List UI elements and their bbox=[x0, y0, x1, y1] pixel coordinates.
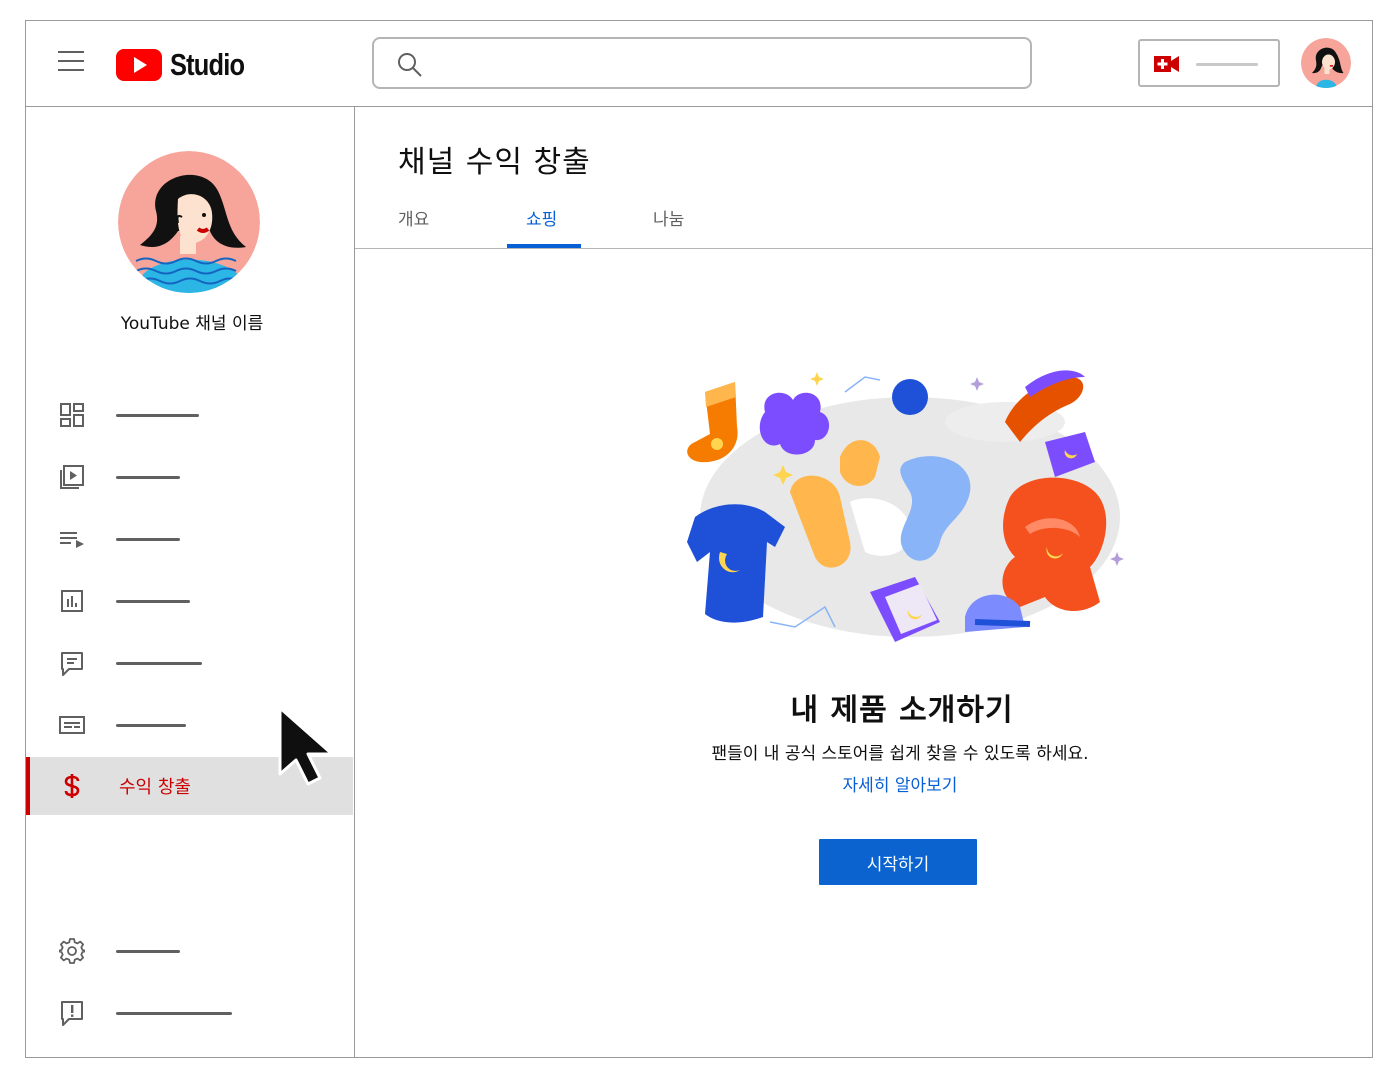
comments-icon bbox=[61, 652, 83, 676]
get-started-button[interactable]: 시작하기 bbox=[819, 839, 977, 885]
channel-avatar-image bbox=[118, 151, 260, 293]
page-title: 채널 수익 창출 bbox=[398, 145, 591, 180]
gear-icon bbox=[59, 938, 85, 964]
menu-icon[interactable] bbox=[58, 51, 84, 73]
tab-overview[interactable]: 개요 bbox=[398, 205, 429, 230]
playlists-icon bbox=[60, 532, 84, 548]
search-icon bbox=[398, 53, 422, 77]
search-input[interactable] bbox=[372, 37, 1032, 89]
subtitles-icon bbox=[59, 716, 85, 734]
sidebar-item-playlists[interactable] bbox=[26, 510, 353, 568]
shopping-merch-illustration bbox=[687, 370, 1124, 642]
top-header: Studio bbox=[26, 21, 1372, 107]
dashboard-icon bbox=[60, 403, 84, 427]
dollar-icon bbox=[64, 774, 80, 798]
analytics-icon bbox=[61, 590, 83, 612]
sidebar-item-label: 수익 창출 bbox=[119, 777, 191, 798]
avatar-image bbox=[1301, 38, 1351, 88]
active-indicator bbox=[26, 757, 30, 815]
sidebar-item-label-placeholder bbox=[116, 950, 180, 953]
tab-shopping[interactable]: 쇼핑 bbox=[526, 205, 557, 230]
studio-window: Studio YouTube 채널 이름 수익 창출 채널 수익 창출 개요 쇼… bbox=[25, 20, 1373, 1058]
sidebar-item-label-placeholder bbox=[116, 414, 199, 417]
content-icon bbox=[60, 465, 84, 489]
video-camera-plus-icon bbox=[1154, 56, 1179, 72]
learn-more-link[interactable]: 자세히 알아보기 bbox=[355, 771, 1400, 796]
sidebar-item-label-placeholder bbox=[116, 724, 186, 727]
active-tab-indicator bbox=[507, 244, 581, 248]
mouse-pointer-icon bbox=[278, 706, 334, 786]
create-button-label-placeholder bbox=[1196, 63, 1258, 66]
youtube-play-icon bbox=[116, 49, 162, 81]
promo-description: 팬들이 내 공식 스토어를 쉽게 찾을 수 있도록 하세요. bbox=[711, 744, 1089, 764]
sidebar-item-label-placeholder bbox=[116, 538, 180, 541]
main-content: 채널 수익 창출 개요 쇼핑 나눔 내 제품 소개하기 팬들이 내 공식 스토어… bbox=[355, 107, 1372, 1057]
sidebar-item-comments[interactable] bbox=[26, 634, 353, 692]
promo-title: 내 제품 소개하기 bbox=[790, 693, 1014, 728]
create-button[interactable] bbox=[1138, 39, 1280, 87]
tab-bar: 개요 쇼핑 나눔 bbox=[355, 179, 1372, 249]
sidebar-item-content[interactable] bbox=[26, 448, 353, 506]
sidebar-item-analytics[interactable] bbox=[26, 572, 353, 630]
sidebar: YouTube 채널 이름 수익 창출 bbox=[26, 107, 355, 1057]
youtube-studio-logo[interactable]: Studio bbox=[116, 47, 260, 83]
sidebar-item-label-placeholder bbox=[116, 600, 190, 603]
channel-avatar[interactable] bbox=[118, 151, 260, 293]
tab-giving[interactable]: 나눔 bbox=[653, 205, 684, 230]
account-avatar[interactable] bbox=[1301, 38, 1351, 88]
sidebar-item-settings[interactable] bbox=[26, 922, 353, 980]
sidebar-item-label-placeholder bbox=[116, 476, 180, 479]
logo-text: Studio bbox=[170, 47, 245, 82]
sidebar-item-label-placeholder bbox=[116, 662, 202, 665]
sidebar-item-label-placeholder bbox=[116, 1012, 232, 1015]
feedback-icon bbox=[61, 1001, 83, 1026]
sidebar-item-dashboard[interactable] bbox=[26, 386, 353, 444]
channel-name: YouTube 채널 이름 bbox=[120, 314, 264, 334]
sidebar-item-feedback[interactable] bbox=[26, 984, 353, 1042]
